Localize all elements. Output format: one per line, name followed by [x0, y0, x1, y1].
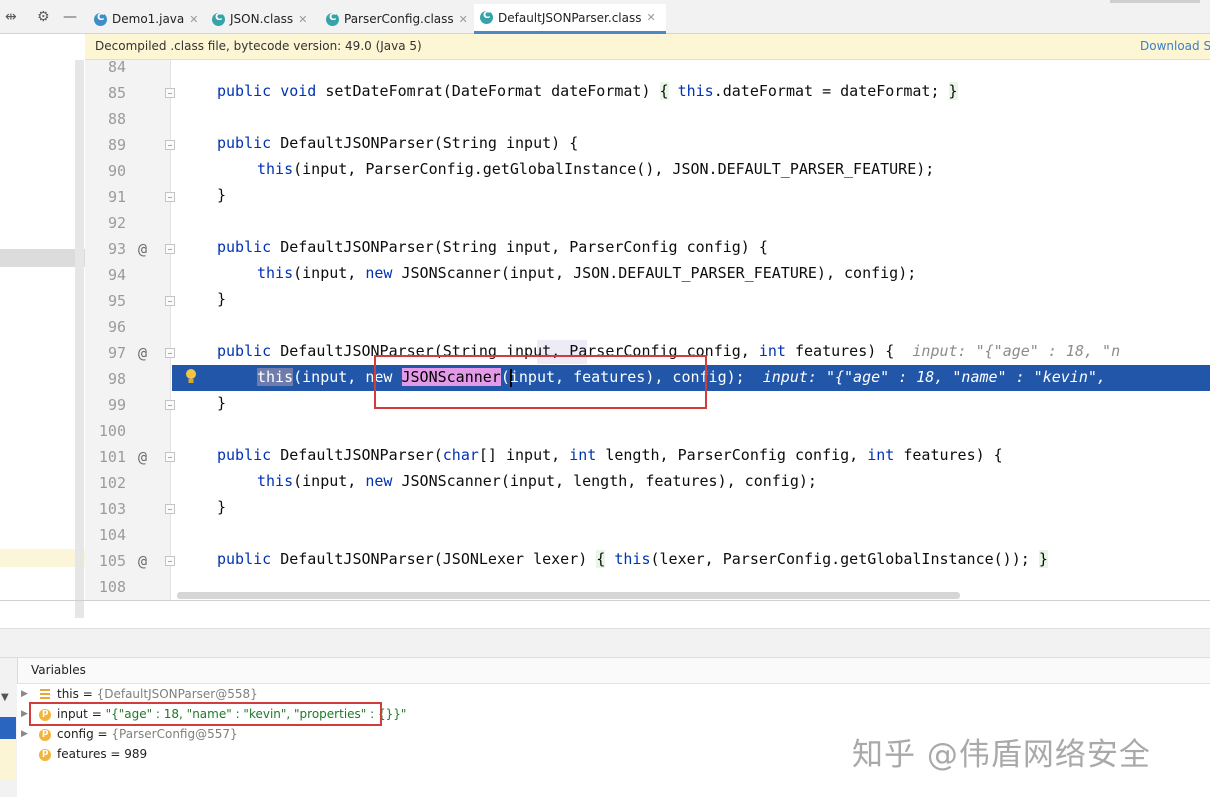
fold-toggle-icon[interactable]	[165, 192, 175, 202]
banner-message: Decompiled .class file, bytecode version…	[95, 39, 422, 53]
collapse-icon[interactable]: ⇹	[5, 9, 17, 25]
code-line-99[interactable]: }	[217, 394, 226, 412]
code-line-94[interactable]: this(input, new JSONScanner(input, JSON.…	[257, 264, 916, 282]
line-number: 88	[107, 110, 126, 128]
inline-debug-hint: input: "{"age" : 18, "name" : "kevin",	[744, 368, 1106, 386]
debug-toolbar	[0, 628, 1210, 658]
code-line-89[interactable]: public DefaultJSONParser(String input) {	[217, 134, 578, 152]
line-number: 93	[107, 240, 126, 258]
fold-toggle-icon[interactable]	[165, 348, 175, 358]
parameter-icon: p	[39, 728, 51, 741]
gear-icon[interactable]: ⚙	[37, 9, 50, 25]
override-marker-icon[interactable]: @	[138, 552, 147, 570]
editor-tab-bar: ⇹ ⚙ — C Demo1.java ✕ C JSON.class ✕ C Pa…	[0, 0, 1210, 34]
close-icon[interactable]: ✕	[459, 13, 468, 26]
code-line-102[interactable]: this(input, new JSONScanner(input, lengt…	[257, 472, 817, 490]
tab-parserconfig-class[interactable]: C ParserConfig.class ✕	[320, 4, 475, 34]
lightbulb-icon[interactable]	[184, 368, 198, 386]
variables-header	[17, 658, 1210, 684]
line-number: 103	[98, 500, 126, 518]
download-sources-link[interactable]: Download S	[1140, 39, 1210, 53]
minimize-icon[interactable]: —	[63, 9, 77, 25]
decompiled-banner: Decompiled .class file, bytecode version…	[85, 34, 1210, 60]
line-number: 95	[107, 292, 126, 310]
class-file-icon: C	[212, 12, 225, 26]
selected-frame[interactable]	[0, 717, 16, 739]
panel-scrollbar[interactable]	[75, 60, 84, 618]
fold-toggle-icon[interactable]	[165, 400, 175, 410]
inline-debug-hint: input: "{"age" : 18, "n	[894, 342, 1121, 360]
close-icon[interactable]: ✕	[298, 13, 307, 26]
project-panel-strip	[0, 34, 85, 618]
line-number: 91	[107, 188, 126, 206]
code-line-93[interactable]: public DefaultJSONParser(String input, P…	[217, 238, 768, 256]
filter-icon[interactable]: ▼	[1, 692, 9, 703]
line-number: 90	[107, 162, 126, 180]
line-number: 85	[107, 84, 126, 102]
line-number: 84	[107, 58, 126, 76]
highlight-box-code	[374, 355, 707, 409]
fold-toggle-icon[interactable]	[165, 140, 175, 150]
override-marker-icon[interactable]: @	[138, 240, 147, 258]
parameter-icon: p	[39, 748, 51, 761]
class-file-icon: C	[480, 10, 493, 24]
fold-toggle-icon[interactable]	[165, 504, 175, 514]
code-line-90[interactable]: this(input, ParserConfig.getGlobalInstan…	[257, 160, 934, 178]
line-number: 100	[98, 422, 126, 440]
fold-toggle-icon[interactable]	[165, 452, 175, 462]
line-number: 92	[107, 214, 126, 232]
close-icon[interactable]: ✕	[646, 11, 655, 24]
code-line-91[interactable]: }	[217, 186, 226, 204]
override-marker-icon[interactable]: @	[138, 448, 147, 466]
line-number: 89	[107, 136, 126, 154]
code-line-85[interactable]: public void setDateFomrat(DateFormat dat…	[217, 82, 958, 100]
override-marker-icon[interactable]: @	[138, 344, 147, 362]
fold-toggle-icon[interactable]	[165, 88, 175, 98]
java-class-icon: C	[94, 12, 107, 26]
tab-json-class[interactable]: C JSON.class ✕	[206, 4, 322, 34]
variable-row-features[interactable]: features = 989	[57, 747, 147, 761]
tab-scrollbar[interactable]	[1110, 0, 1200, 3]
fold-toggle-icon[interactable]	[165, 556, 175, 566]
expand-arrow-icon[interactable]: ▶	[21, 709, 28, 719]
variable-row-config[interactable]: config = {ParserConfig@557}	[57, 727, 238, 741]
highlight-box-variable	[29, 702, 382, 726]
line-number: 105	[98, 552, 126, 570]
tab-defaultjsonparser-class[interactable]: C DefaultJSONParser.class ✕	[474, 4, 666, 34]
line-number: 99	[107, 396, 126, 414]
tab-demo1-java[interactable]: C Demo1.java ✕	[88, 4, 204, 34]
expand-arrow-icon[interactable]: ▶	[21, 689, 28, 699]
line-number: 104	[98, 526, 126, 544]
variables-title: Variables	[31, 663, 86, 677]
code-line-95[interactable]: }	[217, 290, 226, 308]
object-field-icon	[40, 689, 50, 699]
variable-row-this[interactable]: this = {DefaultJSONParser@558}	[57, 687, 258, 701]
class-file-icon: C	[326, 12, 339, 26]
line-number: 96	[107, 318, 126, 336]
line-number: 108	[98, 578, 126, 596]
line-number: 94	[107, 266, 126, 284]
line-number: 97	[107, 344, 126, 362]
fold-toggle-icon[interactable]	[165, 244, 175, 254]
line-number: 101	[98, 448, 126, 466]
code-line-101[interactable]: public DefaultJSONParser(char[] input, i…	[217, 446, 1003, 464]
watermark: 知乎 @伟盾网络安全	[852, 737, 1151, 773]
close-icon[interactable]: ✕	[189, 13, 198, 26]
expand-arrow-icon[interactable]: ▶	[21, 729, 28, 739]
code-line-103[interactable]: }	[217, 498, 226, 516]
code-line-105[interactable]: public DefaultJSONParser(JSONLexer lexer…	[217, 550, 1048, 568]
editor-horizontal-scrollbar[interactable]	[177, 592, 960, 599]
line-number: 98	[107, 370, 126, 388]
fold-toggle-icon[interactable]	[165, 296, 175, 306]
line-number: 102	[98, 474, 126, 492]
